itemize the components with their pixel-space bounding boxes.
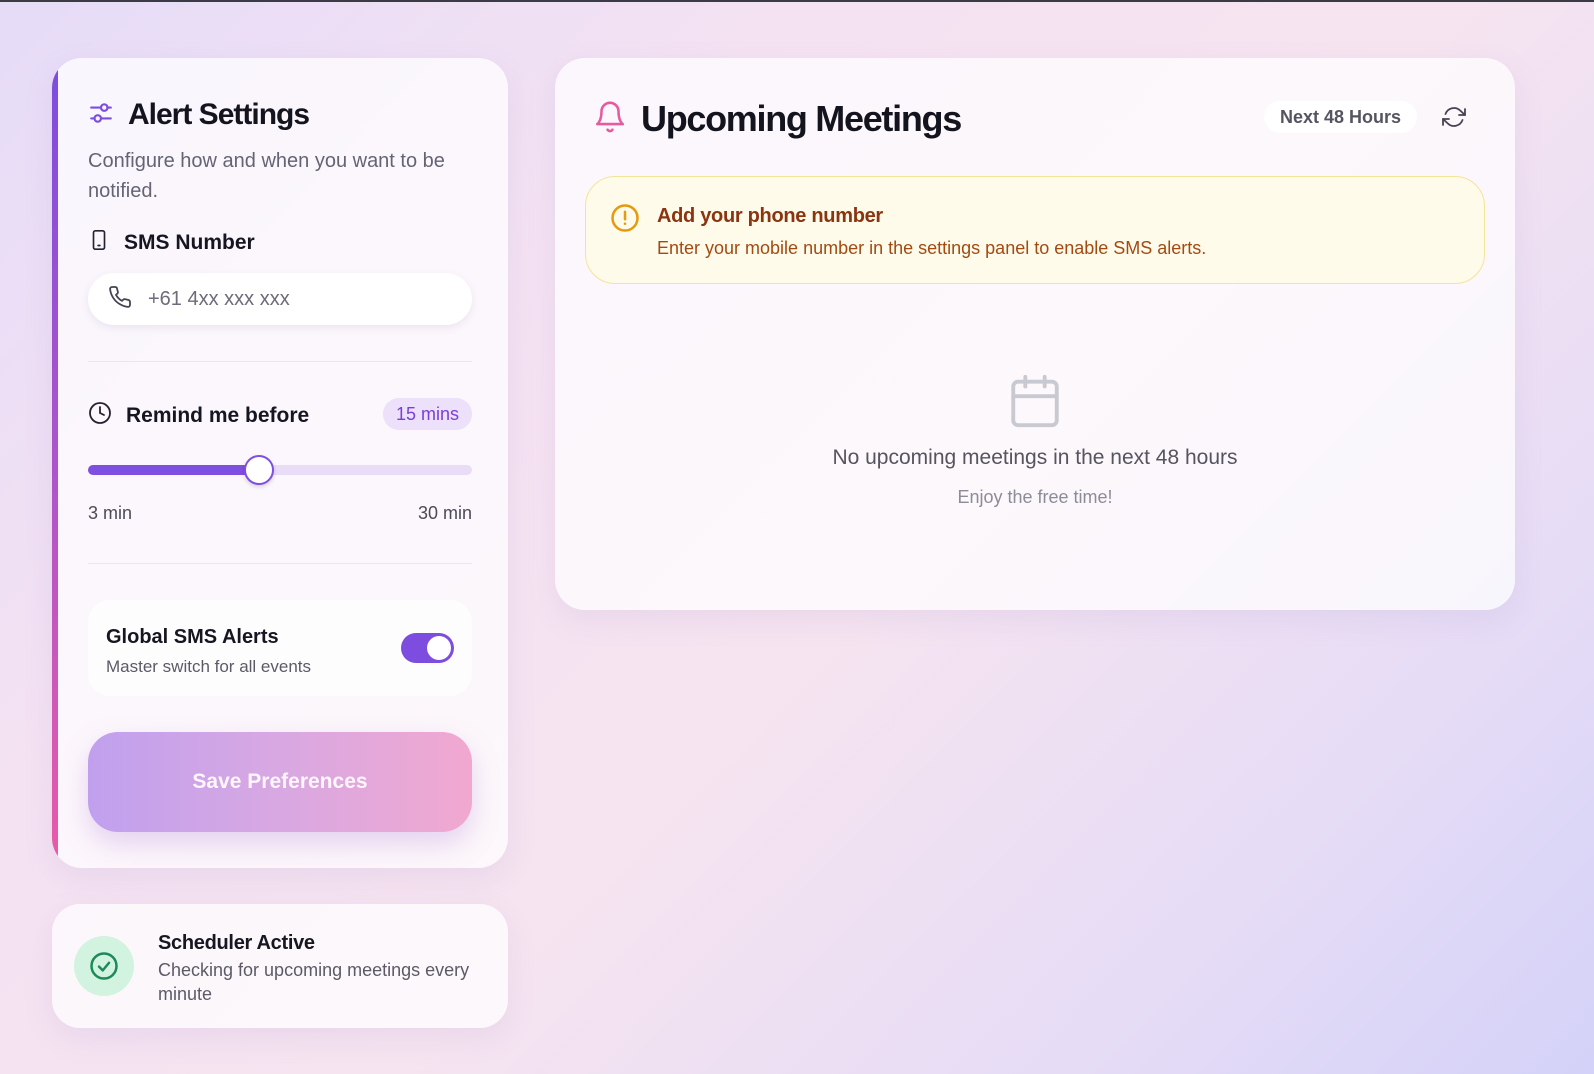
warning-text: Enter your mobile number in the settings… [657, 238, 1207, 258]
toggle-knob [427, 636, 451, 660]
sms-number-label-row: SMS Number [88, 228, 255, 257]
check-circle-icon [74, 936, 134, 996]
scheduler-status-card: Scheduler Active Checking for upcoming m… [52, 904, 508, 1028]
remind-label-row: Remind me before [88, 401, 309, 430]
remind-value-badge: 15 mins [382, 398, 472, 430]
upcoming-meetings-panel: Upcoming Meetings Next 48 Hours Add your… [555, 58, 1515, 610]
phone-number-input[interactable] [148, 287, 448, 311]
remind-slider[interactable] [88, 455, 472, 485]
settings-header: Alert Settings [88, 98, 310, 132]
meetings-header: Upcoming Meetings [593, 98, 962, 140]
divider [88, 361, 472, 362]
alert-circle-icon [610, 203, 640, 238]
save-preferences-button[interactable]: Save Preferences [88, 732, 472, 832]
sms-number-label: SMS Number [124, 230, 255, 254]
calendar-icon [1006, 372, 1064, 435]
empty-state-subtitle: Enjoy the free time! [957, 487, 1113, 507]
time-range-pill: Next 48 Hours [1264, 101, 1418, 133]
global-sms-alerts-desc: Master switch for all events [106, 657, 312, 676]
meetings-title: Upcoming Meetings [641, 98, 962, 139]
refresh-icon [1442, 105, 1466, 132]
warning-title: Add your phone number [657, 205, 883, 227]
bell-icon [593, 99, 627, 140]
phone-icon [108, 285, 132, 314]
phone-warning-banner: Add your phone number Enter your mobile … [585, 176, 1485, 284]
panel-accent-bar [52, 58, 58, 868]
phone-input-wrapper[interactable] [88, 273, 472, 325]
global-sms-toggle[interactable] [401, 633, 454, 663]
remind-label: Remind me before [126, 403, 310, 427]
settings-description: Configure how and when you want to be no… [88, 150, 445, 202]
window-top-border [0, 0, 1594, 2]
clock-icon [88, 401, 112, 430]
empty-state-title: No upcoming meetings in the next 48 hour… [832, 446, 1238, 469]
slider-max-label: 30 min [417, 503, 472, 523]
scheduler-title: Scheduler Active [158, 932, 315, 954]
slider-thumb[interactable] [243, 455, 274, 485]
scheduler-description: Checking for upcoming meetings every min… [158, 960, 470, 1004]
divider [88, 563, 472, 564]
slider-fill [88, 465, 259, 475]
settings-title: Alert Settings [128, 98, 310, 131]
sliders-icon [88, 100, 114, 131]
smartphone-icon [88, 228, 110, 257]
slider-min-label: 3 min [88, 503, 133, 523]
global-sms-alerts-title: Global SMS Alerts [106, 626, 279, 648]
global-sms-alerts-row: Global SMS Alerts Master switch for all … [88, 600, 472, 696]
refresh-button[interactable] [1437, 101, 1471, 135]
alert-settings-panel: Alert Settings Configure how and when yo… [52, 58, 508, 868]
